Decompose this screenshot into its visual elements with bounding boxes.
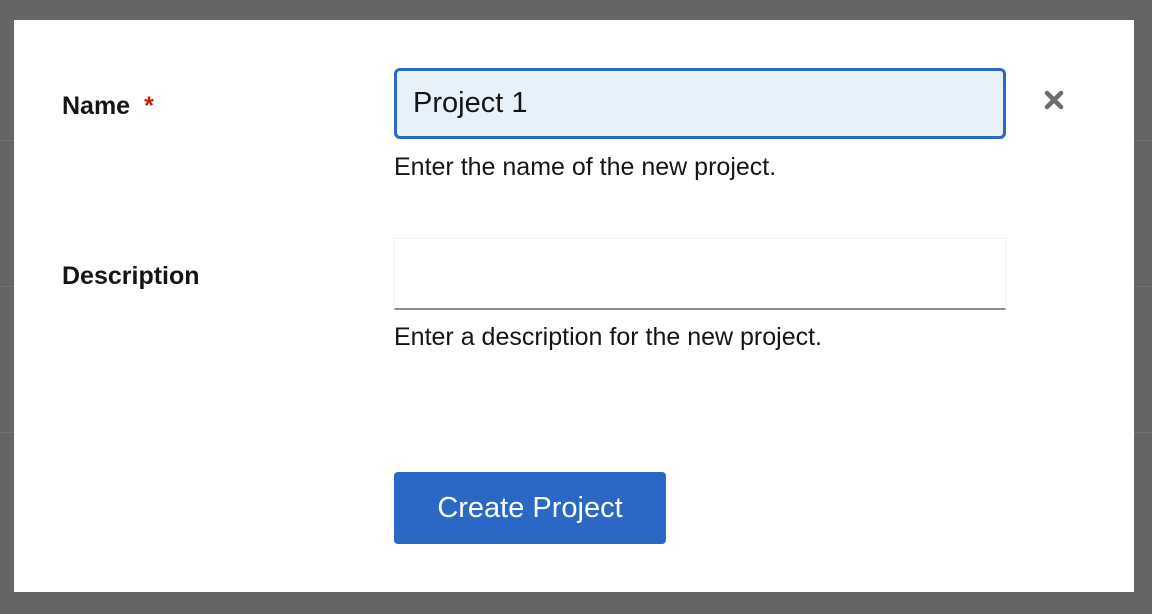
background-divider — [1134, 286, 1152, 287]
background-divider — [1134, 140, 1152, 141]
name-label: Name * — [62, 92, 154, 121]
name-label-text: Name — [62, 92, 131, 120]
background-divider — [0, 140, 14, 141]
description-helper-text: Enter a description for the new project. — [394, 323, 823, 351]
background-divider — [0, 286, 14, 287]
name-helper-text: Enter the name of the new project. — [394, 153, 777, 181]
background-divider — [0, 432, 14, 433]
close-icon — [1043, 89, 1065, 111]
name-input[interactable] — [394, 68, 1006, 139]
create-project-modal: Name * Enter the name of the new project.… — [14, 20, 1134, 592]
required-marker: * — [144, 92, 154, 120]
background-divider — [1134, 432, 1152, 433]
description-label: Description — [62, 262, 200, 290]
description-input[interactable] — [394, 238, 1006, 310]
close-button[interactable] — [1038, 84, 1070, 116]
create-project-button[interactable]: Create Project — [394, 472, 666, 544]
